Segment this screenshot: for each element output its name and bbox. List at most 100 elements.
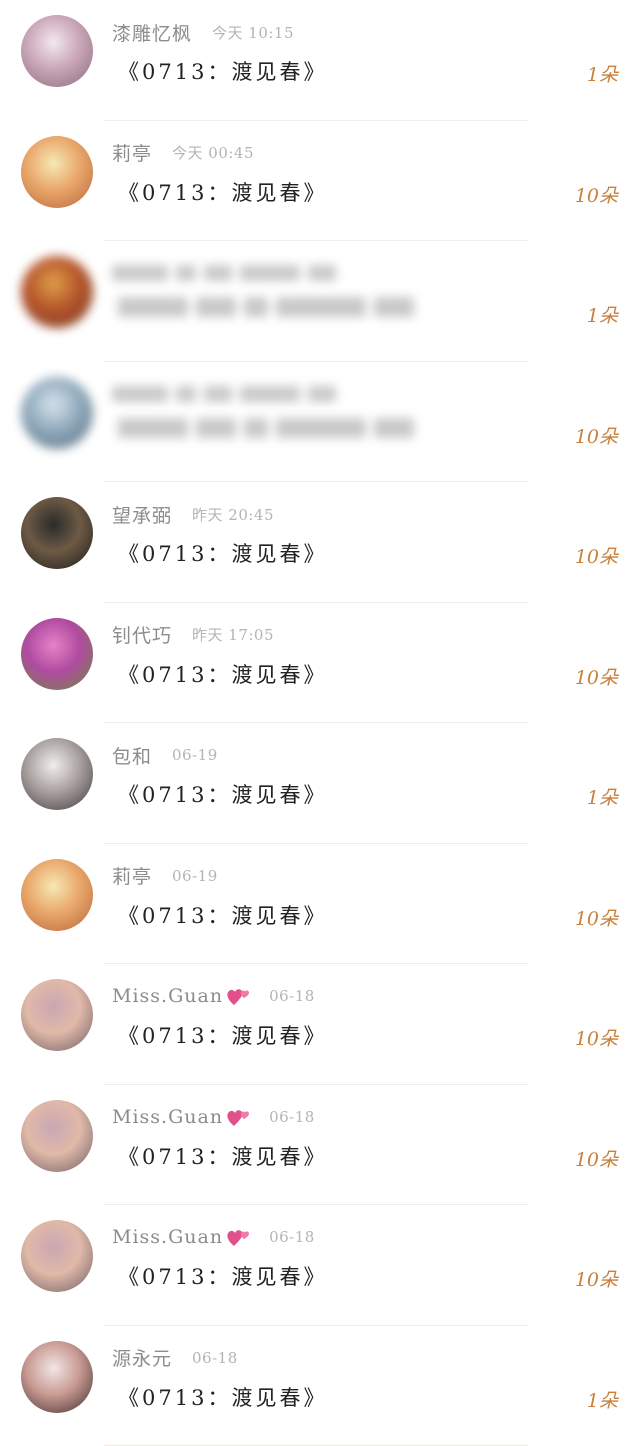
flower-amount: 1朵	[587, 783, 618, 810]
blurred-block	[196, 418, 236, 438]
list-item[interactable]: 源永元 06-18 《0713：渡见春》 1朵	[0, 1326, 640, 1446]
blurred-block	[308, 386, 336, 402]
user-name: Miss.Guan	[112, 985, 223, 1007]
avatar[interactable]	[21, 738, 93, 810]
blurred-block	[112, 265, 168, 281]
list-item[interactable]: 钊代巧 昨天 17:05 《0713：渡见春》 10朵	[0, 603, 640, 724]
blurred-block	[118, 297, 188, 317]
blurred-block	[240, 386, 300, 402]
timestamp: 06-18	[269, 1108, 315, 1126]
user-name: Miss.Guan	[112, 1106, 223, 1128]
avatar[interactable]	[21, 1100, 93, 1172]
blurred-block	[276, 297, 366, 317]
list-item[interactable]: Miss.Guan 06-18 《0713：渡见春》 10朵	[0, 964, 640, 1085]
user-name: 漆雕忆枫	[112, 19, 192, 46]
list-item[interactable]: 望承弼 昨天 20:45 《0713：渡见春》 10朵	[0, 482, 640, 603]
blurred-block	[244, 418, 268, 438]
name-line: 漆雕忆枫 今天 10:15	[112, 18, 294, 46]
blurred-name	[112, 259, 344, 287]
name-line: 源永元 06-18	[112, 1344, 238, 1372]
blurred-block	[118, 418, 188, 438]
avatar[interactable]	[21, 979, 93, 1051]
list-item[interactable]: 莉亭 今天 00:45 《0713：渡见春》 10朵	[0, 121, 640, 242]
gift-title: 《0713：渡见春》	[118, 56, 327, 86]
two-hearts-icon	[225, 1226, 249, 1248]
list-item[interactable]: 10朵	[0, 362, 640, 483]
avatar[interactable]	[21, 15, 93, 87]
gift-title: 《0713：渡见春》	[118, 1261, 327, 1291]
timestamp: 今天 00:45	[172, 142, 254, 163]
user-name: 莉亭	[112, 139, 152, 166]
blurred-block	[276, 418, 366, 438]
user-name: 钊代巧	[112, 621, 172, 648]
name-line: Miss.Guan 06-18	[112, 982, 315, 1010]
gift-title: 《0713：渡见春》	[118, 177, 327, 207]
blurred-gift	[118, 297, 422, 322]
user-name: 望承弼	[112, 501, 172, 528]
blurred-block	[204, 386, 232, 402]
flower-amount: 1朵	[587, 1386, 618, 1413]
list-item[interactable]: 1朵	[0, 241, 640, 362]
avatar[interactable]	[21, 1220, 93, 1292]
flower-amount: 10朵	[575, 542, 618, 569]
list-item[interactable]: 漆雕忆枫 今天 10:15 《0713：渡见春》 1朵	[0, 0, 640, 121]
flower-amount: 10朵	[575, 1145, 618, 1172]
blurred-block	[196, 297, 236, 317]
list-item[interactable]: Miss.Guan 06-18 《0713：渡见春》 10朵	[0, 1085, 640, 1206]
blurred-block	[176, 386, 196, 402]
blurred-block	[112, 386, 168, 402]
avatar[interactable]	[21, 497, 93, 569]
gift-title: 《0713：渡见春》	[118, 1020, 327, 1050]
name-line: Miss.Guan 06-18	[112, 1103, 315, 1131]
list-item[interactable]: 包和 06-19 《0713：渡见春》 1朵	[0, 723, 640, 844]
gift-title: 《0713：渡见春》	[118, 900, 327, 930]
gift-title: 《0713：渡见春》	[118, 1141, 327, 1171]
gift-title: 《0713：渡见春》	[118, 1382, 327, 1412]
avatar[interactable]	[21, 1341, 93, 1413]
avatar[interactable]	[21, 377, 93, 449]
blurred-block	[374, 418, 414, 438]
timestamp: 06-18	[269, 1228, 315, 1246]
two-hearts-icon	[225, 1106, 249, 1128]
blurred-name	[112, 380, 344, 408]
flower-amount: 1朵	[587, 301, 618, 328]
blurred-block	[308, 265, 336, 281]
timestamp: 昨天 20:45	[192, 504, 274, 525]
name-line: 包和 06-19	[112, 741, 218, 769]
list-item[interactable]: Miss.Guan 06-18 《0713：渡见春》 10朵	[0, 1205, 640, 1326]
gift-title: 《0713：渡见春》	[118, 779, 327, 809]
timestamp: 06-19	[172, 867, 218, 885]
name-line: 莉亭 今天 00:45	[112, 139, 254, 167]
avatar[interactable]	[21, 618, 93, 690]
blurred-block	[204, 265, 232, 281]
flower-amount: 10朵	[575, 663, 618, 690]
name-line: 望承弼 昨天 20:45	[112, 500, 274, 528]
flower-amount: 10朵	[575, 1024, 618, 1051]
list-item[interactable]: 莉亭 06-19 《0713：渡见春》 10朵	[0, 844, 640, 965]
name-line: 钊代巧 昨天 17:05	[112, 621, 274, 649]
blurred-block	[374, 297, 414, 317]
timestamp: 06-18	[192, 1349, 238, 1367]
avatar[interactable]	[21, 859, 93, 931]
user-name: Miss.Guan	[112, 1226, 223, 1248]
gift-title: 《0713：渡见春》	[118, 538, 327, 568]
flower-amount: 1朵	[587, 60, 618, 87]
user-name: 莉亭	[112, 862, 152, 889]
user-name: 源永元	[112, 1344, 172, 1371]
blurred-block	[240, 265, 300, 281]
avatar[interactable]	[21, 256, 93, 328]
blurred-block	[176, 265, 196, 281]
timestamp: 06-18	[269, 987, 315, 1005]
flower-amount: 10朵	[575, 422, 618, 449]
flower-amount: 10朵	[575, 1265, 618, 1292]
two-hearts-icon	[225, 985, 249, 1007]
gift-record-list: 漆雕忆枫 今天 10:15 《0713：渡见春》 1朵 莉亭 今天 00:45 …	[0, 0, 640, 1446]
timestamp: 昨天 17:05	[192, 624, 274, 645]
flower-amount: 10朵	[575, 181, 618, 208]
gift-title: 《0713：渡见春》	[118, 659, 327, 689]
timestamp: 06-19	[172, 746, 218, 764]
flower-amount: 10朵	[575, 904, 618, 931]
avatar[interactable]	[21, 136, 93, 208]
name-line: 莉亭 06-19	[112, 862, 218, 890]
blurred-gift	[118, 418, 422, 443]
